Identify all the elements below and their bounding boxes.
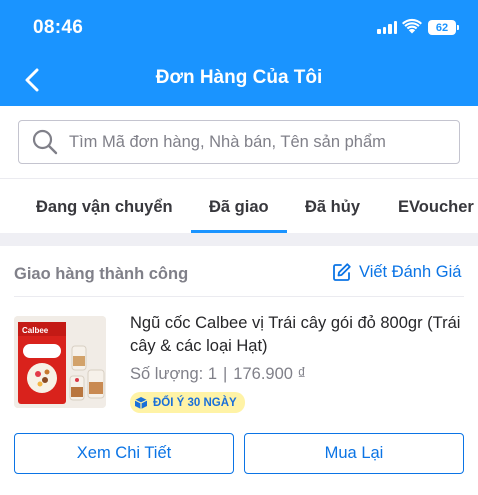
order-card: Giao hàng thành công Viết Đánh Giá Calbe… [0, 246, 478, 495]
brand-logo: Calbee [22, 326, 49, 335]
page-title: Đơn Hàng Của Tôi [155, 67, 323, 88]
app-header: 08:46 62 Đơn Hàng Của Tôi [0, 0, 478, 106]
return-policy-label: ĐỔI Ý 30 NGÀY [153, 396, 237, 409]
order-status: Giao hàng thành công [14, 265, 189, 283]
status-time: 08:46 [33, 17, 84, 38]
tab-cancelled[interactable]: Đã hủy [305, 198, 360, 217]
order-tabs: Đang vận chuyển Đã giao Đã hủy EVoucher [0, 178, 478, 233]
write-review-label: Viết Đánh Giá [359, 262, 462, 281]
battery-icon: 62 [428, 20, 459, 35]
quantity: Số lượng: 1 [130, 365, 217, 383]
search-box[interactable] [18, 120, 460, 164]
product-image: Calbee [14, 316, 106, 408]
wifi-icon [402, 18, 422, 34]
search-input[interactable] [69, 132, 449, 152]
separator: | [223, 365, 228, 383]
tab-evoucher[interactable]: EVoucher [398, 198, 474, 217]
signal-icon [377, 21, 397, 34]
edit-icon [333, 263, 351, 281]
search-icon [32, 129, 58, 155]
rebuy-button[interactable]: Mua Lại [244, 433, 464, 474]
return-policy-badge: ĐỔI Ý 30 NGÀY [130, 392, 245, 413]
price: 176.900 ₫ [233, 365, 306, 383]
search-section [0, 106, 478, 178]
tab-shipping[interactable]: Đang vận chuyển [36, 198, 173, 217]
divider [14, 296, 464, 297]
write-review-button[interactable]: Viết Đánh Giá [332, 262, 461, 282]
quantity-price: Số lượng: 1 | 176.900 ₫ [130, 365, 306, 384]
box-icon [134, 396, 148, 409]
battery-level: 62 [435, 21, 449, 34]
product-thumbnail[interactable]: Calbee [14, 316, 106, 408]
view-detail-button[interactable]: Xem Chi Tiết [14, 433, 234, 474]
product-name[interactable]: Ngũ cốc Calbee vị Trái cây gói đỏ 800gr … [130, 312, 465, 358]
tab-delivered[interactable]: Đã giao [209, 198, 269, 217]
active-tab-indicator [191, 230, 287, 233]
